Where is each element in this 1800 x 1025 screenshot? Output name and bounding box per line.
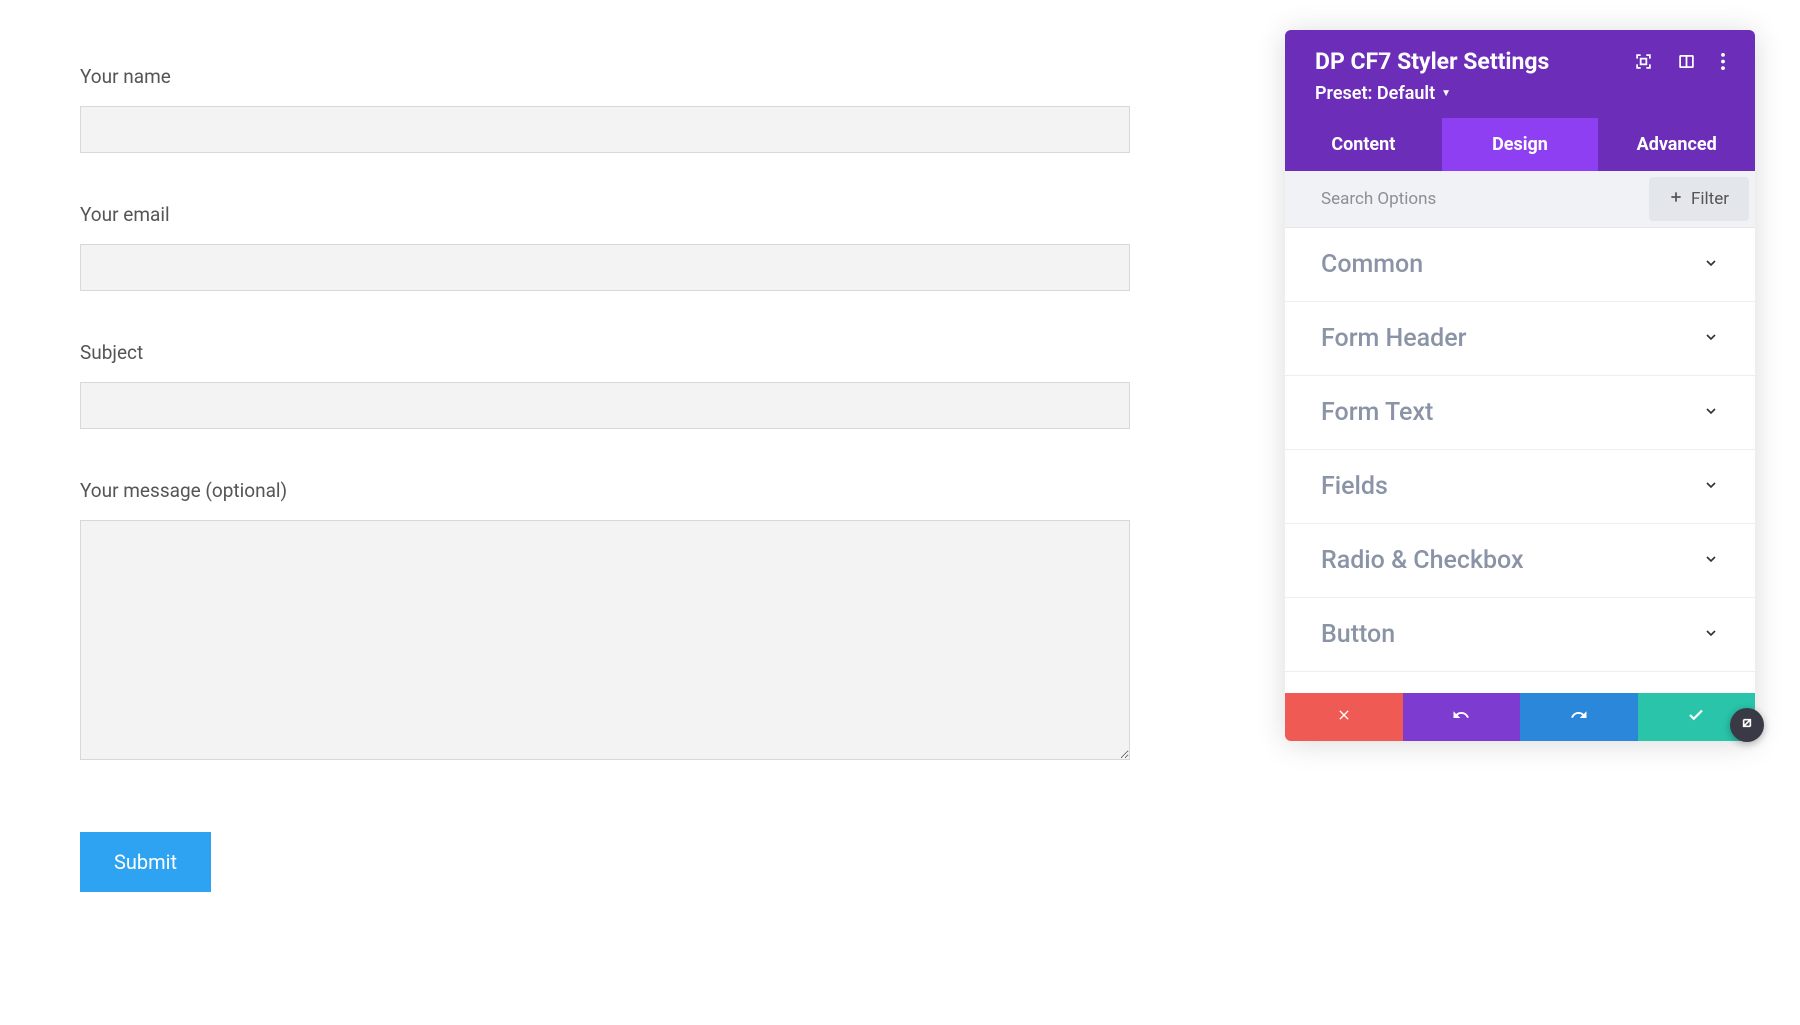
preset-selector[interactable]: Preset: Default ▼: [1315, 83, 1725, 104]
option-fields[interactable]: Fields: [1285, 450, 1755, 524]
option-label: Common: [1321, 250, 1423, 279]
option-button[interactable]: Button: [1285, 598, 1755, 672]
settings-panel: DP CF7 Styler Settings Preset: Default ▼…: [1285, 30, 1755, 741]
cancel-button[interactable]: [1285, 693, 1403, 741]
more-icon[interactable]: [1721, 53, 1725, 70]
preset-label: Preset: Default: [1315, 83, 1435, 104]
panel-header: DP CF7 Styler Settings Preset: Default ▼: [1285, 30, 1755, 118]
option-message[interactable]: Message: [1285, 672, 1755, 693]
chevron-down-icon: [1703, 477, 1719, 497]
split-view-icon[interactable]: [1678, 53, 1695, 70]
tab-advanced[interactable]: Advanced: [1598, 118, 1755, 171]
plus-icon: [1669, 189, 1683, 209]
search-row: Filter: [1285, 171, 1755, 228]
chevron-down-icon: [1703, 551, 1719, 571]
panel-footer: [1285, 693, 1755, 741]
search-input[interactable]: [1285, 175, 1649, 223]
redo-button[interactable]: [1520, 693, 1638, 741]
tab-content[interactable]: Content: [1285, 118, 1442, 171]
submit-button[interactable]: Submit: [80, 832, 211, 892]
fullscreen-icon[interactable]: [1635, 53, 1652, 70]
caret-down-icon: ▼: [1441, 88, 1451, 99]
tab-design[interactable]: Design: [1442, 118, 1599, 171]
input-email[interactable]: [80, 244, 1130, 291]
option-label: Button: [1321, 620, 1395, 649]
option-radio-checkbox[interactable]: Radio & Checkbox: [1285, 524, 1755, 598]
textarea-message[interactable]: [80, 520, 1130, 760]
input-name[interactable]: [80, 106, 1130, 153]
chevron-down-icon: [1703, 625, 1719, 645]
option-label: Fields: [1321, 472, 1388, 501]
chevron-down-icon: [1703, 255, 1719, 275]
check-icon: [1687, 706, 1705, 728]
panel-tabs: Content Design Advanced: [1285, 118, 1755, 171]
panel-title: DP CF7 Styler Settings: [1315, 48, 1549, 75]
resize-icon: [1739, 715, 1755, 735]
option-label: Radio & Checkbox: [1321, 546, 1524, 575]
filter-label: Filter: [1691, 189, 1729, 209]
filter-button[interactable]: Filter: [1649, 177, 1749, 221]
option-form-text[interactable]: Form Text: [1285, 376, 1755, 450]
undo-icon: [1452, 706, 1470, 728]
chevron-down-icon: [1703, 403, 1719, 423]
redo-icon: [1570, 706, 1588, 728]
option-label: Form Header: [1321, 324, 1466, 353]
undo-button[interactable]: [1403, 693, 1521, 741]
chevron-down-icon: [1703, 329, 1719, 349]
input-subject[interactable]: [80, 382, 1130, 429]
option-common[interactable]: Common: [1285, 228, 1755, 302]
options-list[interactable]: Common Form Header Form Text Fields Radi…: [1285, 228, 1755, 693]
option-form-header[interactable]: Form Header: [1285, 302, 1755, 376]
resize-handle[interactable]: [1730, 708, 1764, 742]
close-icon: [1336, 707, 1352, 727]
option-label: Form Text: [1321, 398, 1433, 427]
